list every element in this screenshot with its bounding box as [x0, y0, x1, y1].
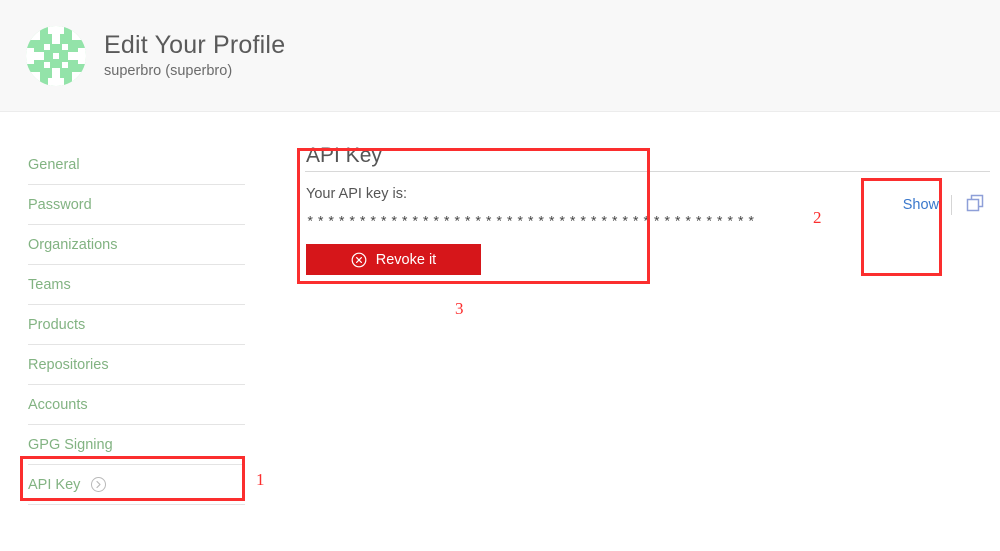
sidebar-item-products[interactable]: Products — [28, 305, 245, 345]
page-subtitle: superbro (superbro) — [104, 62, 233, 79]
sidebar-item-label: Accounts — [28, 396, 88, 413]
sidebar-item-label: General — [28, 156, 80, 173]
sidebar-item-label: Repositories — [28, 356, 109, 373]
avatar — [26, 25, 86, 86]
sidebar-item-gpg-signing[interactable]: GPG Signing — [28, 425, 245, 465]
page-title: Edit Your Profile — [104, 31, 286, 60]
sidebar-item-password[interactable]: Password — [28, 185, 245, 225]
sidebar-item-label: Teams — [28, 276, 71, 293]
revoke-button[interactable]: Revoke it — [306, 244, 481, 276]
sidebar-item-label: GPG Signing — [28, 436, 113, 453]
chevron-right-circle-icon — [91, 477, 107, 492]
api-key-masked-value: ****************************************… — [306, 215, 758, 232]
sidebar-item-label: Password — [28, 196, 92, 213]
sidebar-item-api-key[interactable]: API Key — [28, 465, 245, 505]
header-text-block: Edit Your Profile superbro (superbro) — [104, 32, 285, 79]
sidebar-item-teams[interactable]: Teams — [28, 265, 245, 305]
sidebar-item-label: Products — [28, 316, 86, 333]
page-header: Edit Your Profile superbro (superbro) — [0, 0, 1000, 112]
vertical-divider — [951, 195, 952, 215]
section-divider — [305, 171, 990, 173]
sidebar-item-general[interactable]: General — [28, 145, 245, 185]
sidebar-item-repositories[interactable]: Repositories — [28, 345, 245, 385]
main-content: API Key Your API key is: ***************… — [290, 112, 1000, 276]
sidebar-item-accounts[interactable]: Accounts — [28, 385, 245, 425]
api-key-section-heading: API Key — [306, 144, 382, 167]
show-link[interactable]: Show — [903, 197, 939, 213]
sidebar-item-label: API Key — [28, 476, 81, 493]
x-circle-icon — [351, 252, 367, 268]
api-key-actions: Show — [903, 191, 986, 219]
api-key-description: Your API key is: — [306, 186, 408, 203]
sidebar-item-organizations[interactable]: Organizations — [28, 225, 245, 265]
settings-sidebar: General Password Organizations Teams Pro… — [0, 112, 290, 505]
copy-icon[interactable] — [964, 192, 986, 219]
api-key-panel: API Key Your API key is: ***************… — [290, 144, 1000, 276]
body-container: General Password Organizations Teams Pro… — [0, 112, 1000, 505]
sidebar-item-label: Organizations — [28, 236, 118, 253]
revoke-button-label: Revoke it — [375, 251, 437, 268]
